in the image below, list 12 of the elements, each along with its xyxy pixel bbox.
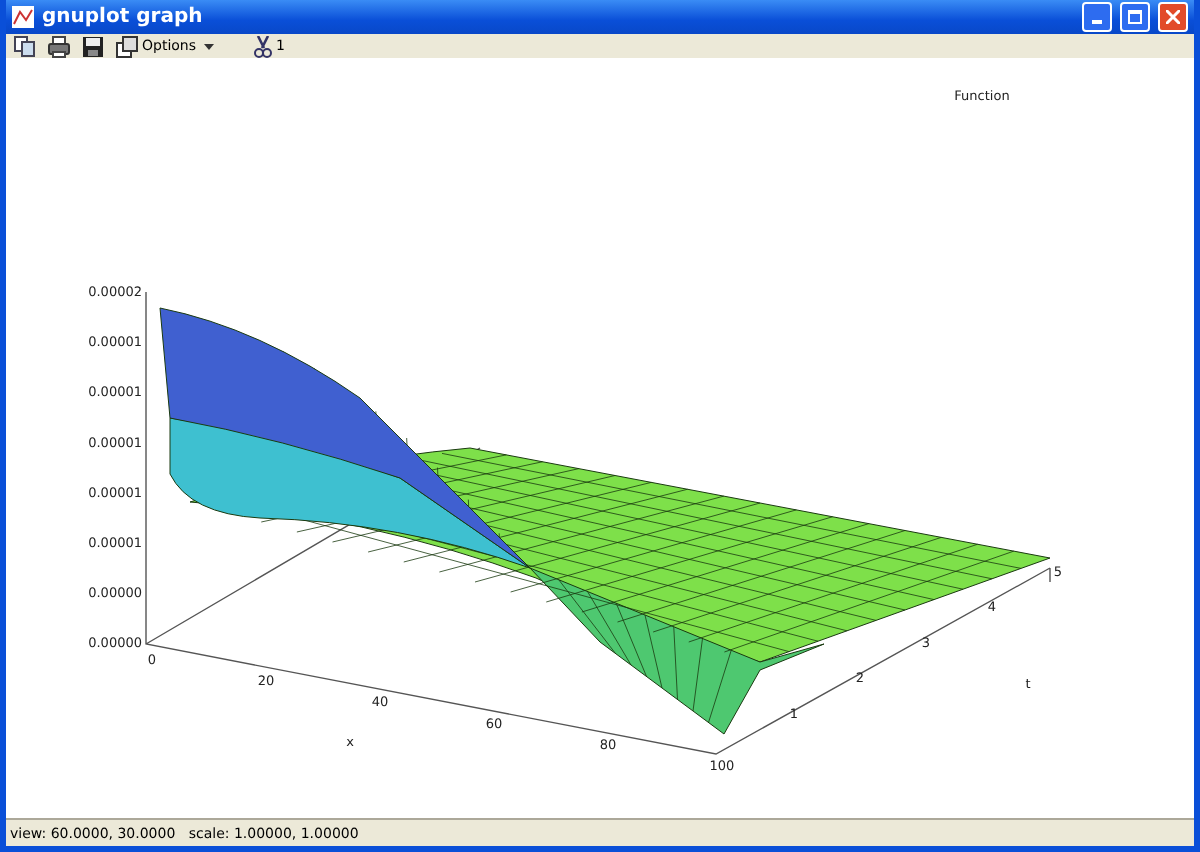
close-icon (1166, 10, 1180, 25)
copy-button[interactable] (12, 34, 38, 59)
close-button[interactable] (1158, 2, 1188, 33)
scissors-icon (254, 35, 273, 58)
maximize-button[interactable] (1120, 2, 1150, 33)
print-button[interactable] (46, 34, 72, 59)
caret-icon (204, 43, 215, 50)
minimize-button[interactable] (1082, 2, 1112, 33)
maximize-icon (1128, 10, 1142, 25)
app-icon (12, 6, 34, 29)
window-title: gnuplot graph (42, 6, 205, 29)
save-button[interactable] (80, 34, 106, 59)
